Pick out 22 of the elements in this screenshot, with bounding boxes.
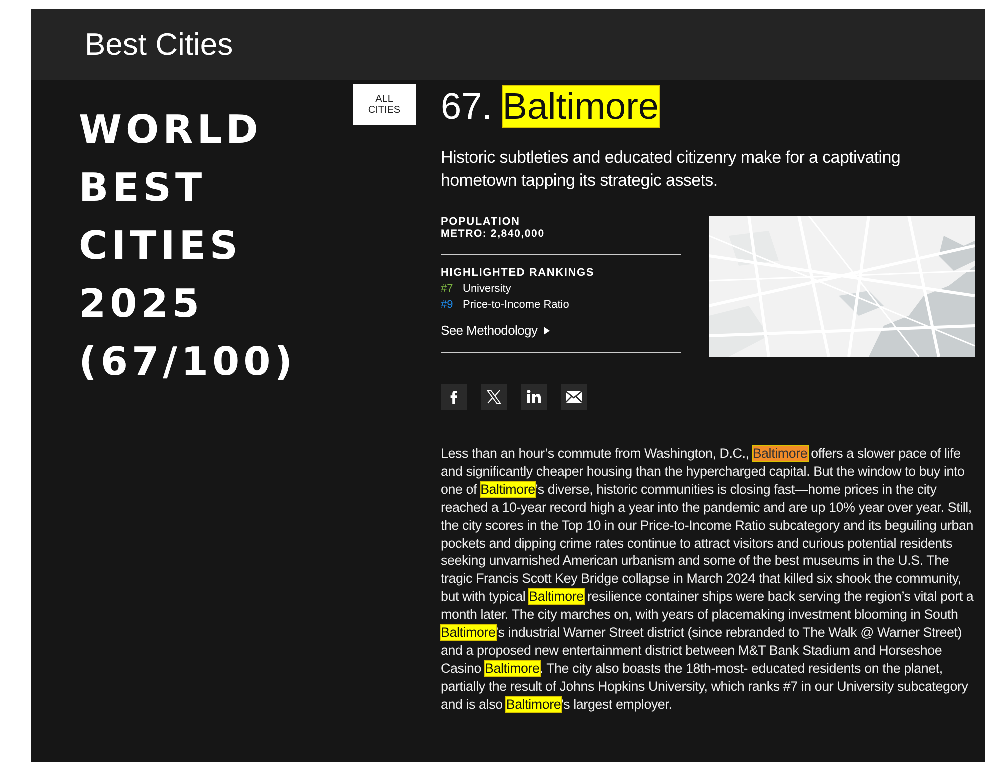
- site-title[interactable]: Best Cities: [85, 26, 234, 62]
- city-heading: 67. Baltimore: [441, 86, 660, 128]
- facebook-share-button[interactable]: [441, 384, 467, 410]
- linkedin-icon: [526, 389, 542, 405]
- mail-icon: [566, 391, 582, 403]
- population-label: POPULATION: [441, 216, 522, 228]
- linkedin-share-button[interactable]: [521, 384, 547, 410]
- rank-number: #7: [441, 283, 454, 295]
- all-cities-button[interactable]: ALL CITIES: [353, 84, 416, 125]
- tagline: Historic subtleties and educated citizenry make for a captivating hometown tapping its strategic assets.: [441, 147, 902, 192]
- x-icon: [486, 389, 502, 405]
- rank-label: University: [463, 283, 512, 295]
- page-heading: WORLD BEST CITIES 2025 (67/100): [79, 107, 298, 387]
- play-icon: [544, 327, 550, 335]
- article-paragraph: Less than an hour’s commute from Washington, D.C., Baltimore offers a slower pace of life and significantly cheaper housing than the hypercharged capital. But the window to buy into one of Baltimore’s diverse, historic communities is closing fast—home prices in the city reached a 10-year record high a year into the pandemic and are up 10% year over year. Still, the city scores in the Top 10 in our Price-to-Income Ratio subcategory and its beguiling urban pockets and dipping crime rates continue to attract visitors and curious potential residents seeking unvarnished American urbanism and some of the best museums in the U.S. The tragic Francis Scott Key Bridge collapse in March 2024 that killed six shook the community, but with typical Baltimore resilience container ships were back serving the region’s vital port a month later. The city marches on, with years of placemaking investment blooming in South Baltimore’s industrial Warner Street district (since rebranded to The Walk @ Warner Street) and a proposed new entertainment district between M&T Bank Stadium and Horseshoe Casino Baltimore. The city also boasts the 18th-most- educated residents on the planet, partially the result of Johns Hopkins University, which ranks #7 in our University subcategory and is also Baltimore’s largest employer.: [441, 445, 975, 714]
- x-share-button[interactable]: [481, 384, 507, 410]
- rank-label: Price-to-Income Ratio: [463, 299, 570, 311]
- methodology-link[interactable]: See Methodology: [441, 323, 538, 338]
- rankings-title: HIGHLIGHTED RANKINGS: [441, 267, 596, 279]
- rank-number: #9: [441, 299, 454, 311]
- population-value: METRO: 2,840,000: [441, 228, 546, 240]
- email-share-button[interactable]: [561, 384, 587, 410]
